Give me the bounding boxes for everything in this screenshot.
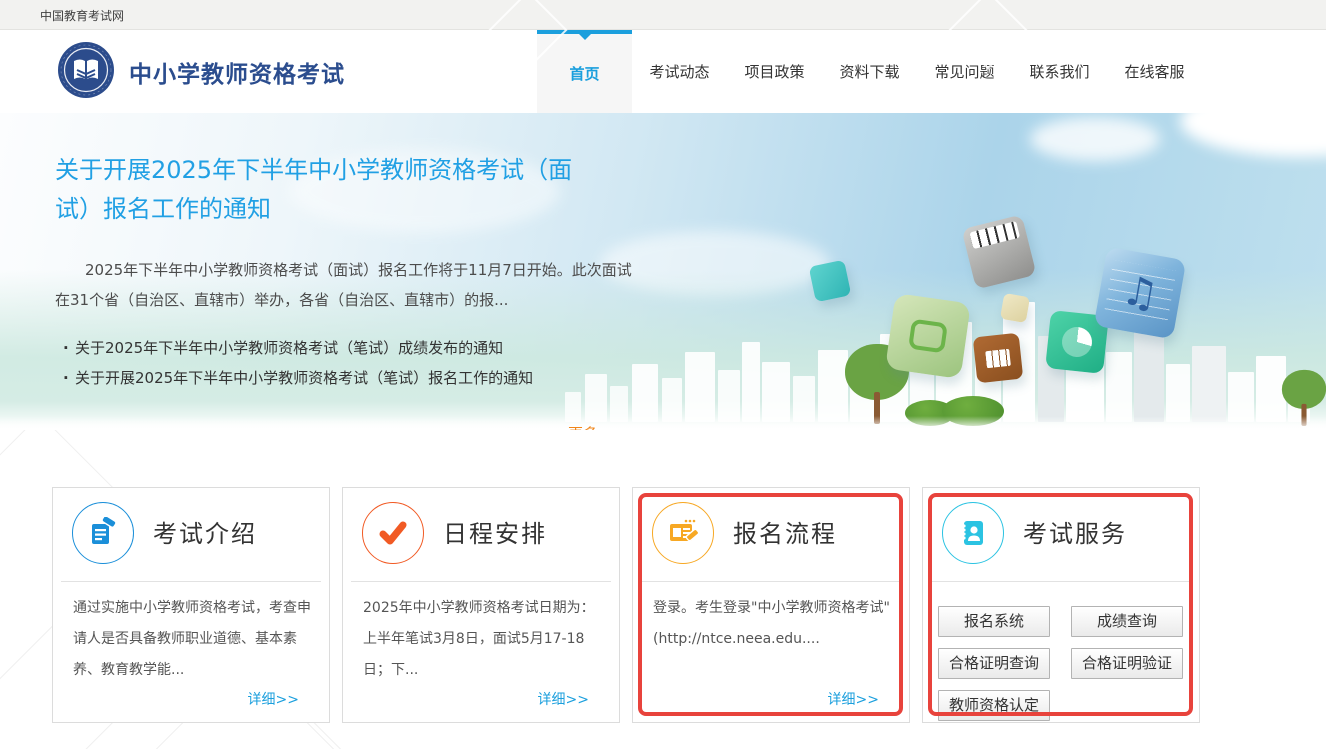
nav-tab-contact[interactable]: 联系我们 (1012, 30, 1107, 113)
banner-headline[interactable]: 关于开展2025年下半年中小学教师资格考试（面试）报名工作的通知 (55, 151, 603, 229)
detail-link[interactable]: 详细>> (248, 689, 299, 709)
certificate-inquiry-button[interactable]: 合格证明查询 (938, 648, 1050, 679)
main-nav: 首页 考试动态 项目政策 资料下载 常见问题 联系我们 在线客服 (537, 30, 1202, 113)
nav-label: 在线客服 (1124, 61, 1184, 82)
logo-emblem-icon (57, 41, 115, 103)
nav-tab-online-service[interactable]: 在线客服 (1107, 30, 1202, 113)
small-cube-icon (1000, 293, 1030, 323)
banner-text-block: 关于开展2025年下半年中小学教师资格考试（面试）报名工作的通知 2025年下半… (55, 151, 655, 393)
divider (931, 581, 1191, 582)
banner-summary: 2025年下半年中小学教师资格考试（面试）报名工作将于11月7日开始。此次面试在… (55, 255, 640, 315)
site-title: 中小学教师资格考试 (129, 55, 345, 89)
card-title: 日程安排 (443, 488, 547, 582)
site-logo[interactable]: 中小学教师资格考试 (57, 41, 345, 103)
nav-label: 项目政策 (744, 61, 804, 82)
card-title: 报名流程 (733, 488, 837, 582)
card-registration-process: 报名流程 登录。考生登录"中小学教师资格考试"(http://ntce.neea… (632, 487, 910, 723)
nav-tab-policies[interactable]: 项目政策 (727, 30, 822, 113)
card-body: 登录。考生登录"中小学教师资格考试"(http://ntce.neea.edu.… (653, 593, 895, 655)
divider (641, 581, 901, 582)
hero-banner: ♫ 关于开展2025年下半年中小学教师资格考试（面试）报名工作的通知 2025年… (0, 113, 1326, 430)
speech-cube-icon (885, 293, 971, 379)
more-link[interactable]: 更多>> (568, 423, 623, 430)
registration-form-icon (652, 502, 714, 564)
exam-intro-icon (72, 502, 134, 564)
nav-tab-exam-news[interactable]: 考试动态 (632, 30, 727, 113)
nav-label: 联系我们 (1029, 61, 1089, 82)
detail-link[interactable]: 详细>> (538, 689, 589, 709)
card-title: 考试介绍 (153, 488, 257, 582)
quick-cards-section: 考试介绍 通过实施中小学教师资格考试，考查申请人是否具备教师职业道德、基本素养、… (0, 430, 1326, 749)
card-exam-intro: 考试介绍 通过实施中小学教师资格考试，考查申请人是否具备教师职业道德、基本素养、… (52, 487, 330, 723)
news-item[interactable]: 关于2025年下半年中小学教师资格考试（笔试）成绩发布的通知 (55, 333, 655, 363)
schedule-check-icon (362, 502, 424, 564)
registration-system-button[interactable]: 报名系统 (938, 606, 1050, 637)
nav-tab-downloads[interactable]: 资料下载 (822, 30, 917, 113)
topbar: 中国教育考试网 (0, 0, 1326, 30)
divider (351, 581, 611, 582)
header: 中小学教师资格考试 首页 考试动态 项目政策 资料下载 常见问题 联系我们 在线… (0, 30, 1326, 113)
nav-label: 首页 (569, 63, 599, 84)
service-contact-icon (942, 502, 1004, 564)
card-exam-services: 考试服务 报名系统 成绩查询 合格证明查询 合格证明验证 教师资格认定 (922, 487, 1200, 723)
card-body: 2025年中小学教师资格考试日期为：上半年笔试3月8日，面试5月17-18日；下… (363, 593, 605, 686)
search-cube-icon (809, 260, 852, 303)
site-name-link[interactable]: 中国教育考试网 (40, 7, 124, 24)
music-note-cube-icon: ♫ (1094, 247, 1187, 340)
banner-bottom-fade (0, 416, 1326, 430)
nav-label: 资料下载 (839, 61, 899, 82)
card-schedule: 日程安排 2025年中小学教师资格考试日期为：上半年笔试3月8日，面试5月17-… (342, 487, 620, 723)
page: 中国教育考试网 中小学教师资格考试 首页 考试动态 项目政策 (0, 0, 1326, 749)
score-inquiry-button[interactable]: 成绩查询 (1071, 606, 1183, 637)
card-body: 通过实施中小学教师资格考试，考查申请人是否具备教师职业道德、基本素养、教育教学能… (73, 593, 315, 686)
teacher-accreditation-button[interactable]: 教师资格认定 (938, 690, 1050, 721)
news-item[interactable]: 关于开展2025年下半年中小学教师资格考试（笔试）报名工作的通知 (55, 363, 655, 393)
nav-label: 考试动态 (649, 61, 709, 82)
certificate-verify-button[interactable]: 合格证明验证 (1071, 648, 1183, 679)
card-title: 考试服务 (1023, 488, 1127, 582)
divider (61, 581, 321, 582)
news-list: 关于2025年下半年中小学教师资格考试（笔试）成绩发布的通知 关于开展2025年… (55, 333, 655, 393)
calculator-cube-icon (973, 333, 1024, 384)
detail-link[interactable]: 详细>> (828, 689, 879, 709)
